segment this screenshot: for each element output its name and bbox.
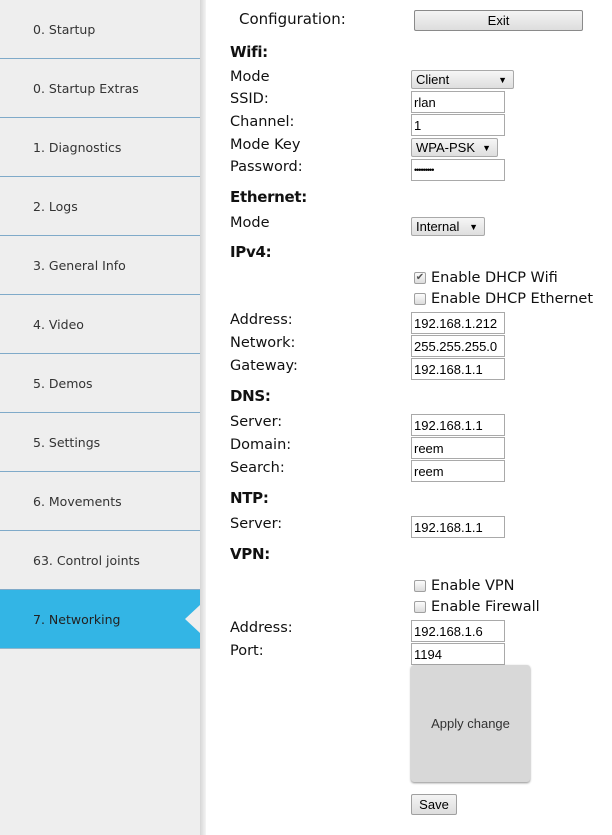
dns-header: DNS: [230,387,271,405]
sidebar-item-label: 1. Diagnostics [33,139,122,155]
enable-vpn-label: Enable VPN [431,578,515,594]
enable-vpn-checkbox[interactable] [414,580,426,592]
enable-firewall-checkbox-row[interactable]: Enable Firewall [414,599,540,615]
apply-change-button[interactable]: Apply change [411,665,530,782]
configuration-title: Configuration: [239,10,346,28]
ipv4-address-label: Address: [230,312,293,328]
ntp-server-input[interactable]: 192.168.1.1 [411,516,505,538]
domain-input[interactable]: reem [411,437,505,459]
enable-vpn-checkbox-row[interactable]: Enable VPN [414,578,515,594]
gateway-input[interactable]: 192.168.1.1 [411,358,505,380]
dns-server-input[interactable]: 192.168.1.1 [411,414,505,436]
sidebar-item-control-joints[interactable]: 63. Control joints [0,531,200,590]
sidebar-item-label: 3. General Info [33,257,126,273]
ssid-input[interactable]: rlan [411,91,505,113]
vpn-address-input[interactable]: 192.168.1.6 [411,620,505,642]
ipv4-header: IPv4: [230,243,272,261]
search-input[interactable]: reem [411,460,505,482]
sidebar-item-movements[interactable]: 6. Movements [0,472,200,531]
port-input[interactable]: 1194 [411,643,505,665]
channel-input[interactable]: 1 [411,114,505,136]
sidebar-item-label: 2. Logs [33,198,78,214]
active-indicator-arrow-icon [185,605,200,633]
sidebar-item-networking[interactable]: 7. Networking [0,590,200,649]
mode-key-select[interactable]: WPA-PSK ▼ [411,138,498,157]
wifi-mode-label: Mode [230,69,270,85]
sidebar-item-demos[interactable]: 5. Demos [0,354,200,413]
sidebar-item-label: 63. Control joints [33,552,140,568]
port-label: Port: [230,643,264,659]
sidebar-item-general-info[interactable]: 3. General Info [0,236,200,295]
ipv4-address-input[interactable]: 192.168.1.212 [411,312,505,334]
networking-config-panel: Configuration: Exit Wifi: Mode Client ▼ … [206,0,612,835]
ntp-header: NTP: [230,489,269,507]
mode-key-label: Mode Key [230,137,301,153]
exit-button[interactable]: Exit [414,10,583,31]
sidebar-item-diagnostics[interactable]: 1. Diagnostics [0,118,200,177]
sidebar: 0. Startup 0. Startup Extras 1. Diagnost… [0,0,200,835]
sidebar-item-label: 6. Movements [33,493,122,509]
sidebar-item-logs[interactable]: 2. Logs [0,177,200,236]
dhcp-wifi-checkbox[interactable]: ✔ [414,272,426,284]
sidebar-item-startup[interactable]: 0. Startup [0,0,200,59]
ethernet-mode-label: Mode [230,215,270,231]
sidebar-item-label: 4. Video [33,316,84,332]
sidebar-item-label: 5. Settings [33,434,101,450]
wifi-header: Wifi: [230,43,268,61]
channel-label: Channel: [230,114,295,130]
ntp-server-label: Server: [230,516,283,532]
sidebar-item-settings[interactable]: 5. Settings [0,413,200,472]
wifi-mode-select[interactable]: Client ▼ [411,70,514,89]
dhcp-wifi-label: Enable DHCP Wifi [431,270,558,286]
sidebar-item-video[interactable]: 4. Video [0,295,200,354]
dhcp-ethernet-label: Enable DHCP Ethernet [431,291,594,307]
search-label: Search: [230,460,285,476]
ssid-label: SSID: [230,91,269,107]
vpn-address-label: Address: [230,620,293,636]
mode-key-value: WPA-PSK [416,140,475,155]
dns-server-label: Server: [230,414,283,430]
save-button[interactable]: Save [411,794,457,815]
dhcp-wifi-checkbox-row[interactable]: ✔ Enable DHCP Wifi [414,270,558,286]
enable-firewall-checkbox[interactable] [414,601,426,613]
network-label: Network: [230,335,296,351]
chevron-down-icon: ▼ [498,74,507,85]
sidebar-item-label: 0. Startup Extras [33,80,139,96]
sidebar-item-label: 5. Demos [33,375,93,391]
wifi-mode-value: Client [416,72,450,87]
chevron-down-icon: ▼ [482,142,491,153]
dhcp-ethernet-checkbox-row[interactable]: Enable DHCP Ethernet [414,291,593,307]
sidebar-item-startup-extras[interactable]: 0. Startup Extras [0,59,200,118]
chevron-down-icon: ▼ [469,221,478,232]
password-input[interactable]: ••••••••• [411,159,505,181]
password-label: Password: [230,159,303,175]
ethernet-mode-value: Internal [416,219,460,234]
vpn-header: VPN: [230,545,270,563]
network-input[interactable]: 255.255.255.0 [411,335,505,357]
dhcp-ethernet-checkbox[interactable] [414,293,426,305]
enable-firewall-label: Enable Firewall [431,599,540,615]
ethernet-header: Ethernet: [230,188,307,206]
domain-label: Domain: [230,437,292,453]
ethernet-mode-select[interactable]: Internal ▼ [411,217,485,236]
gateway-label: Gateway: [230,358,298,374]
sidebar-item-label: 7. Networking [33,611,121,627]
sidebar-item-label: 0. Startup [33,21,96,37]
